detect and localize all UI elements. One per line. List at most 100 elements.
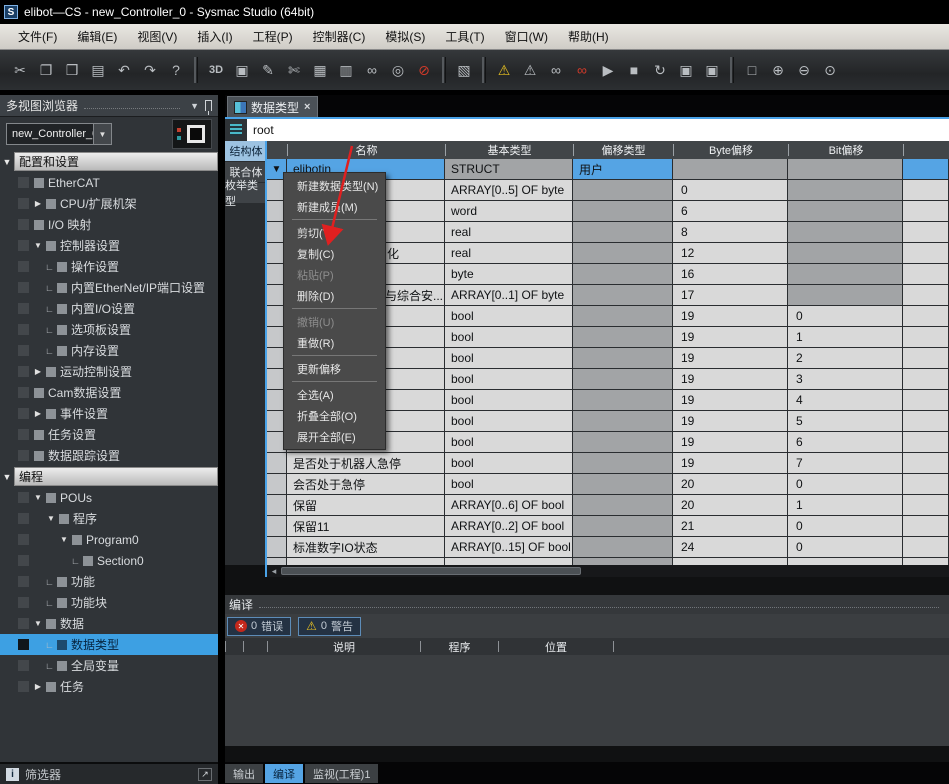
tree-item[interactable]: EtherCAT [0, 172, 218, 193]
table-cell[interactable] [788, 180, 902, 200]
scroll-left-arrow[interactable]: ◂ [267, 566, 281, 577]
table-cell[interactable] [903, 558, 948, 565]
tree-item[interactable]: ∟内存设置 [0, 340, 218, 361]
filter-bar[interactable]: i 筛选器 ↗ [0, 762, 218, 784]
table-cell[interactable] [903, 432, 948, 452]
monitor-off-icon[interactable]: ∞ [570, 58, 594, 82]
table-cell[interactable] [903, 285, 948, 305]
tree-item[interactable]: ∟内置I/O设置 [0, 298, 218, 319]
table-cell[interactable]: bool [445, 327, 572, 347]
table-cell[interactable] [267, 474, 286, 494]
table-cell[interactable] [788, 222, 902, 242]
tree-item[interactable]: ▶任务 [0, 676, 218, 697]
menu-item[interactable]: 视图(V) [127, 25, 187, 48]
table-cell[interactable] [445, 558, 572, 565]
table-cell[interactable]: 是否处于机器人急停 [287, 453, 444, 473]
collapse-triangle-icon[interactable]: ▼ [0, 472, 14, 482]
tree-item[interactable]: ▼Program0 [0, 529, 218, 550]
abort-icon[interactable]: ⊘ [412, 58, 436, 82]
tree-item[interactable]: ▼控制器设置 [0, 235, 218, 256]
export-icon[interactable]: ▣ [230, 58, 254, 82]
table-cell[interactable] [267, 558, 286, 565]
table-cell[interactable] [573, 390, 672, 410]
table-cell[interactable] [573, 306, 672, 326]
tree-item[interactable]: ▼数据 [0, 613, 218, 634]
build-check-icon[interactable]: ⚠ [492, 58, 516, 82]
table-cell[interactable]: 19 [673, 411, 787, 431]
table-cell[interactable] [573, 369, 672, 389]
table-cell[interactable] [903, 306, 948, 326]
table-cell[interactable] [573, 411, 672, 431]
table-cell[interactable]: 8 [673, 222, 787, 242]
table-cell[interactable]: 20 [673, 495, 787, 515]
context-menu-item[interactable]: 删除(D) [284, 285, 385, 306]
twisty-icon[interactable]: ▶ [32, 367, 44, 376]
bottom-tab[interactable]: 输出 [225, 764, 263, 783]
zoom-fit-icon[interactable]: □ [740, 58, 764, 82]
table-cell[interactable] [903, 474, 948, 494]
table-cell[interactable]: STRUCT [445, 159, 572, 179]
tree-item[interactable]: ▶运动控制设置 [0, 361, 218, 382]
table-cell[interactable] [903, 264, 948, 284]
table-cell[interactable] [903, 159, 948, 179]
context-menu-item[interactable]: 全选(A) [284, 384, 385, 405]
menu-item[interactable]: 工具(T) [435, 25, 494, 48]
run-icon[interactable]: ▶ [596, 58, 620, 82]
context-menu-item[interactable]: 更新偏移 [284, 358, 385, 379]
table-cell[interactable]: byte [445, 264, 572, 284]
3d-view-icon[interactable]: 3D [204, 58, 228, 82]
tree-section[interactable]: ▼编程 [0, 466, 218, 487]
tree-item-selected[interactable]: ∟数据类型 [0, 634, 218, 655]
table-cell[interactable]: ARRAY[0..5] OF byte [445, 180, 572, 200]
cut-icon[interactable]: ✂ [8, 58, 32, 82]
table-cell[interactable] [573, 348, 672, 368]
table-cell[interactable] [788, 201, 902, 221]
table-cell[interactable] [267, 537, 286, 557]
table-cell[interactable] [788, 558, 902, 565]
task-table-icon[interactable]: ▥ [334, 58, 358, 82]
twisty-icon[interactable]: ▼ [32, 619, 44, 628]
table-cell[interactable]: ARRAY[0..15] OF bool [445, 537, 572, 557]
table-row[interactable]: 保留ARRAY[0..6] OF bool201 [267, 495, 949, 516]
table-cell[interactable] [903, 495, 948, 515]
table-cell[interactable]: 0 [788, 537, 902, 557]
help-icon[interactable]: ? [164, 58, 188, 82]
undo-icon[interactable]: ↶ [112, 58, 136, 82]
tree-section[interactable]: ▼配置和设置 [0, 151, 218, 172]
rebuild-icon[interactable]: ▧ [452, 58, 476, 82]
twisty-icon[interactable]: ▼ [45, 514, 57, 523]
table-cell[interactable] [573, 264, 672, 284]
context-menu-item[interactable]: 展开全部(E) [284, 426, 385, 447]
stop-icon[interactable]: ■ [622, 58, 646, 82]
table-cell[interactable]: 1 [788, 327, 902, 347]
twisty-icon[interactable]: ▶ [32, 199, 44, 208]
tree-item[interactable]: ∟功能块 [0, 592, 218, 613]
tree-item[interactable]: ∟全局变量 [0, 655, 218, 676]
table-cell[interactable] [573, 432, 672, 452]
menu-item[interactable]: 编辑(E) [67, 25, 127, 48]
table-cell[interactable]: word [445, 201, 572, 221]
table-cell[interactable]: 7 [788, 453, 902, 473]
table-cell[interactable] [573, 495, 672, 515]
table-cell[interactable] [903, 180, 948, 200]
io-table-icon[interactable]: ▦ [308, 58, 332, 82]
table-cell[interactable] [573, 180, 672, 200]
monitor-icon[interactable]: ∞ [544, 58, 568, 82]
tab-category[interactable]: 枚举类型 [225, 183, 267, 203]
table-cell[interactable] [903, 222, 948, 242]
table-cell[interactable]: ARRAY[0..6] OF bool [445, 495, 572, 515]
download-icon[interactable]: ▣ [674, 58, 698, 82]
table-cell[interactable] [573, 516, 672, 536]
table-cell[interactable] [267, 453, 286, 473]
table-cell[interactable]: 19 [673, 390, 787, 410]
table-cell[interactable] [903, 453, 948, 473]
delete-icon[interactable]: ▤ [86, 58, 110, 82]
table-cell[interactable]: 2 [788, 348, 902, 368]
twisty-icon[interactable]: ▼ [58, 535, 70, 544]
table-cell[interactable]: 0 [788, 474, 902, 494]
table-row[interactable]: 是否处于机器人急停bool197 [267, 453, 949, 474]
zoom-out-icon[interactable]: ⊖ [792, 58, 816, 82]
table-cell[interactable]: real [445, 243, 572, 263]
table-cell[interactable] [788, 243, 902, 263]
table-cell[interactable]: 19 [673, 432, 787, 452]
